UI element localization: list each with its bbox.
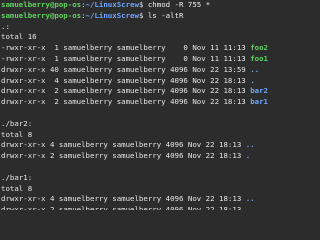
prompt-user-host: samuelberry@pop-os [1,10,82,20]
file-name: foo1 [250,53,268,63]
entry-details: drwxr-xr-x 4 samuelberry samuelberry 409… [1,75,251,85]
prompt-path: ~/LinuxScrew [85,0,139,9]
directory-name: . [245,151,251,161]
directory-name: .. [245,140,255,150]
directory-name: . [245,205,251,210]
entry-details: -rwxr-xr-x 1 samuelberry samuelberry 0 N… [1,53,251,63]
directory-name: .. [250,64,260,74]
output-line: total 16 [1,32,37,42]
output-line: total 8 [1,129,33,139]
listing-entry: drwxr-xr-x 2 samuelberry samuelberry 409… [1,151,300,162]
listing-entry: drwxr-xr-x 2 samuelberry samuelberry 409… [1,205,300,210]
listing-entry: -rwxr-xr-x 1 samuelberry samuelberry 0 N… [1,43,300,54]
entry-details: drwxr-xr-x 2 samuelberry samuelberry 409… [1,151,246,161]
terminal-window[interactable]: samuelberry@pop-os:~/LinuxScrew$ chmod -… [0,0,300,210]
output-line: ./bar2: [1,118,33,128]
prompt-symbol: $ [138,10,148,20]
prompt-line: samuelberry@pop-os:~/LinuxScrew$ chmod -… [1,0,300,11]
output-line: .: [1,21,10,31]
prompt-user-host: samuelberry@pop-os [1,0,82,9]
directory-name: . [250,75,255,85]
listing-entry: -rwxr-xr-x 1 samuelberry samuelberry 0 N… [1,54,300,65]
entry-details: drwxr-xr-x 2 samuelberry samuelberry 409… [1,86,251,96]
entry-details: drwxr-xr-x 4 samuelberry samuelberry 409… [1,140,246,150]
directory-name: bar1 [250,97,268,107]
listing-entry: drwxr-xr-x 4 samuelberry samuelberry 409… [1,140,300,151]
listing-entry: drwxr-xr-x 2 samuelberry samuelberry 409… [1,86,300,97]
entry-details: -rwxr-xr-x 1 samuelberry samuelberry 0 N… [1,43,251,53]
entry-details: drwxr-xr-x 4 samuelberry samuelberry 409… [1,194,246,204]
file-name: foo2 [250,43,268,53]
directory-name: .. [245,194,255,204]
output-line: ./bar1: [1,172,33,182]
directory-name: bar2 [250,86,268,96]
command-text: chmod -R 755 * [147,0,211,9]
entry-details: drwxr-xr-x 40 samuelberry samuelberry 40… [1,64,251,74]
listing-entry: drwxr-xr-x 4 samuelberry samuelberry 409… [1,76,300,87]
prompt-symbol: $ [138,0,148,9]
command-text: ls -altR [147,10,184,20]
entry-details: drwxr-xr-x 2 samuelberry samuelberry 409… [1,97,251,107]
listing-entry: drwxr-xr-x 40 samuelberry samuelberry 40… [1,65,300,76]
output-line: total 8 [1,183,33,193]
prompt-line: samuelberry@pop-os:~/LinuxScrew$ ls -alt… [1,11,300,22]
entry-details: drwxr-xr-x 2 samuelberry samuelberry 409… [1,205,246,210]
listing-entry: drwxr-xr-x 2 samuelberry samuelberry 409… [1,97,300,108]
prompt-path: ~/LinuxScrew [85,10,139,20]
listing-entry: drwxr-xr-x 4 samuelberry samuelberry 409… [1,194,300,205]
